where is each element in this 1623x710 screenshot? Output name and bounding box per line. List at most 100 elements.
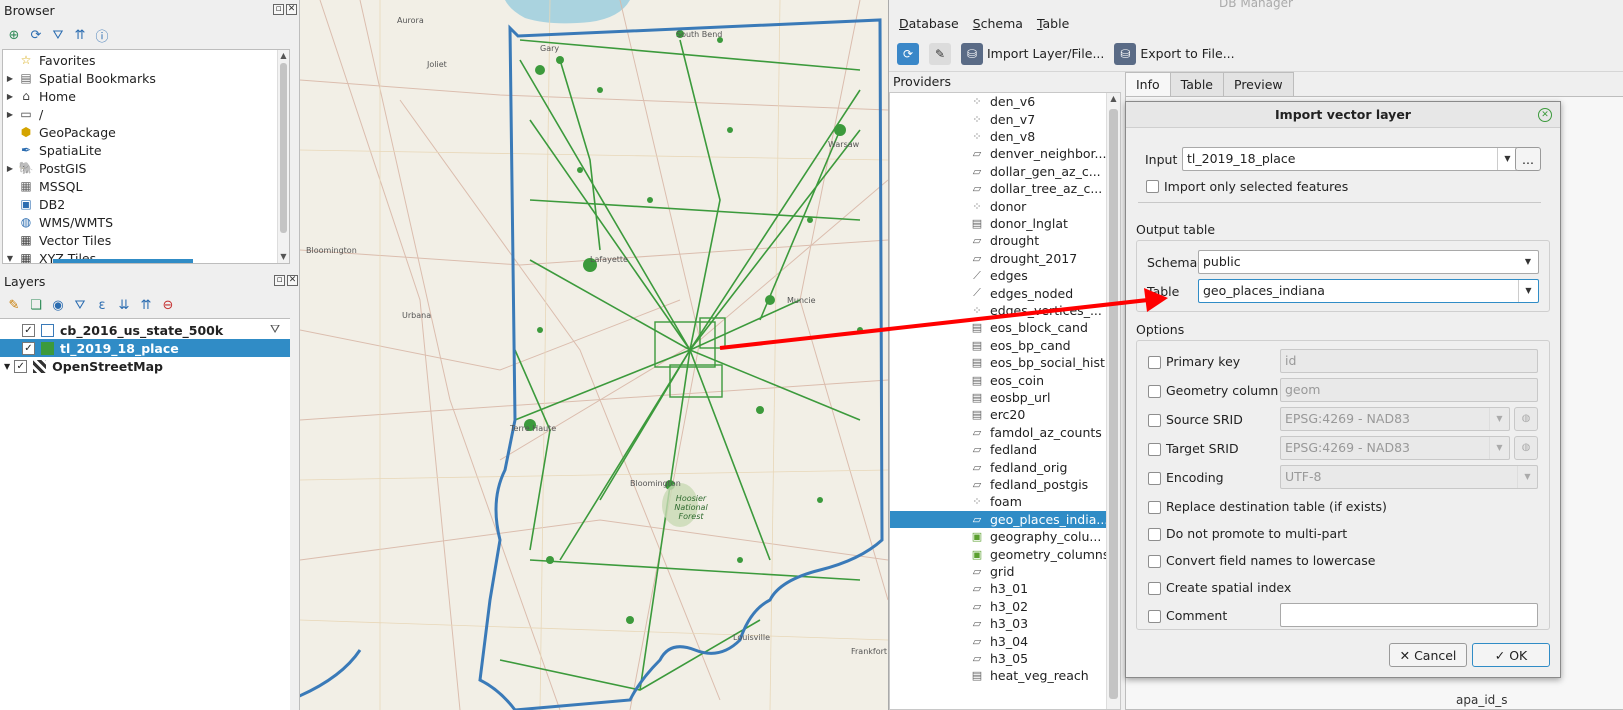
provider-table-item[interactable]: ▱ dollar_gen_az_c... (890, 163, 1106, 180)
map-canvas[interactable]: Aurora Joliet Gary South Bend Lafayette Urban… (300, 0, 888, 710)
option-checkbox[interactable] (1148, 528, 1161, 541)
provider-table-item[interactable]: ⁘ den_v6 (890, 93, 1106, 110)
provider-table-item[interactable]: ▱ fedland_orig (890, 458, 1106, 475)
refresh-icon[interactable]: ⟳ (28, 27, 44, 43)
provider-table-item[interactable]: ▱ h3_01 (890, 580, 1106, 597)
browser-item[interactable]: ▦ Vector Tiles (3, 231, 289, 249)
option-checkbox[interactable] (1148, 443, 1161, 456)
ok-button[interactable]: ✓ OK (1472, 643, 1550, 667)
provider-table-item[interactable]: ▱ drought (890, 232, 1106, 249)
filter-icon[interactable]: ⛛ (50, 27, 66, 43)
provider-table-item[interactable]: ⁘ den_v8 (890, 128, 1106, 145)
provider-table-item[interactable]: ⟋ edges (890, 267, 1106, 284)
provider-table-item[interactable]: ▱ fedland (890, 441, 1106, 458)
provider-table-item[interactable]: ▱ h3_05 (890, 650, 1106, 667)
sql-window-icon[interactable]: ✎ (929, 42, 951, 65)
browser-item[interactable]: ☆ Favorites (3, 51, 289, 69)
provider-table-item[interactable]: ▱ drought_2017 (890, 250, 1106, 267)
expand-arrow-icon[interactable]: ▶ (3, 110, 17, 119)
tab-table[interactable]: Table (1169, 72, 1224, 96)
provider-table-item[interactable]: ▣ geography_colu... (890, 528, 1106, 545)
menu-table[interactable]: Table (1037, 16, 1069, 31)
layer-item[interactable]: ▼ ✓ OpenStreetMap (0, 357, 290, 375)
provider-table-item[interactable]: ▱ denver_neighbor... (890, 145, 1106, 162)
menu-schema[interactable]: Schema (973, 16, 1023, 31)
filter-icon[interactable]: ⛛ (72, 297, 88, 313)
expression-icon[interactable]: ε (94, 297, 110, 313)
close-panel-icon[interactable]: ✕ (287, 275, 298, 286)
browser-item[interactable]: ▣ DB2 (3, 195, 289, 213)
provider-table-item[interactable]: ▤ eosbp_url (890, 389, 1106, 406)
provider-table-item[interactable]: ▱ h3_02 (890, 598, 1106, 615)
layer-item[interactable]: ✓ cb_2016_us_state_500k (0, 321, 290, 339)
crs-selector-icon[interactable]: ◍ (1514, 436, 1538, 460)
browser-item[interactable]: ▶ 🐘 PostGIS (3, 159, 289, 177)
browse-button[interactable]: ... (1515, 147, 1541, 171)
expand-arrow-icon[interactable]: ▶ (3, 164, 17, 173)
expand-all-icon[interactable]: ⇊ (116, 297, 132, 313)
provider-table-item[interactable]: ▤ eos_coin (890, 371, 1106, 388)
remove-layer-icon[interactable]: ⊖ (160, 297, 176, 313)
option-checkbox[interactable] (1148, 414, 1161, 427)
visibility-icon[interactable]: ◉ (50, 297, 66, 313)
layer-visibility-checkbox[interactable]: ✓ (22, 323, 35, 337)
float-panel-icon[interactable]: ▫ (273, 4, 284, 15)
schema-combo[interactable]: public ▼ (1198, 250, 1539, 274)
browser-tree[interactable]: ☆ Favorites ▶ ▤ Spatial Bookmarks ▶ ⌂ Home ▶ ▭ / ⬢ G… (2, 49, 290, 264)
browser-item[interactable]: ▶ ▤ Spatial Bookmarks (3, 69, 289, 87)
expand-arrow-icon[interactable]: ▼ (4, 362, 10, 371)
style-icon[interactable]: ✎ (6, 297, 22, 313)
browser-item[interactable]: ▶ ⌂ Home (3, 87, 289, 105)
browser-scrollbar[interactable]: ▲ ▼ (277, 50, 289, 263)
info-icon[interactable]: ⓘ (94, 27, 110, 45)
add-layer-icon[interactable]: ⊕ (6, 27, 22, 43)
providers-scrollbar[interactable]: ▲ (1106, 93, 1120, 709)
expand-arrow-icon[interactable]: ▶ (3, 74, 17, 83)
add-group-icon[interactable]: ❏ (28, 297, 44, 313)
comment-field[interactable] (1280, 603, 1538, 627)
layer-visibility-checkbox[interactable]: ✓ (14, 359, 28, 373)
option-field[interactable]: UTF-8 ▼ (1280, 465, 1538, 489)
layers-tree[interactable]: ✓ cb_2016_us_state_500k ✓ tl_2019_18_place ▼… (0, 318, 290, 710)
providers-tree[interactable]: ⁘ den_v6 ⁘ den_v7 ⁘ den_v8 ▱ denver_neighbor...… (889, 92, 1121, 710)
option-checkbox[interactable] (1148, 582, 1161, 595)
provider-table-item[interactable]: ▱ h3_04 (890, 632, 1106, 649)
tab-info[interactable]: Info (1125, 72, 1171, 96)
collapse-all-icon[interactable]: ⇈ (72, 27, 88, 43)
browser-item[interactable]: ⬢ GeoPackage (3, 123, 289, 141)
export-file-button[interactable]: ⛁ Export to File... (1114, 42, 1235, 65)
refresh-icon[interactable]: ⟳ (897, 42, 919, 65)
provider-table-item[interactable]: ⁘ edges_vertices_... (890, 302, 1106, 319)
browser-item[interactable]: ▦ MSSQL (3, 177, 289, 195)
option-field[interactable]: EPSG:4269 - NAD83 ▼ (1280, 436, 1510, 460)
crs-selector-icon[interactable]: ◍ (1514, 407, 1538, 431)
option-field[interactable]: id (1280, 349, 1538, 373)
expand-arrow-icon[interactable]: ▼ (3, 254, 17, 263)
table-combo[interactable]: geo_places_indiana ▼ (1198, 279, 1539, 303)
provider-table-item[interactable]: ▤ eos_bp_social_hist (890, 354, 1106, 371)
collapse-all-icon[interactable]: ⇈ (138, 297, 154, 313)
browser-item[interactable]: ✒ SpatiaLite (3, 141, 289, 159)
tab-preview[interactable]: Preview (1223, 72, 1294, 96)
option-checkbox[interactable] (1148, 472, 1161, 485)
comment-checkbox[interactable] (1148, 610, 1161, 623)
provider-table-item[interactable]: ▤ donor_lnglat (890, 215, 1106, 232)
cancel-button[interactable]: ✕ Cancel (1389, 643, 1467, 667)
provider-table-item[interactable]: ⁘ foam (890, 493, 1106, 510)
option-field[interactable]: geom (1280, 378, 1538, 402)
option-checkbox[interactable] (1148, 501, 1161, 514)
import-layer-button[interactable]: ⛁ Import Layer/File... (961, 42, 1104, 65)
input-combo[interactable]: tl_2019_18_place ▼ (1182, 147, 1518, 171)
browser-item[interactable]: ◍ WMS/WMTS (3, 213, 289, 231)
provider-table-item[interactable]: ⁘ donor (890, 197, 1106, 214)
provider-table-item[interactable]: ▤ heat_veg_reach (890, 667, 1106, 684)
option-checkbox[interactable] (1148, 385, 1161, 398)
provider-table-item[interactable]: ▱ dollar_tree_az_c... (890, 180, 1106, 197)
provider-table-item[interactable]: ▱ famdol_az_counts (890, 424, 1106, 441)
provider-table-item[interactable]: ▱ grid (890, 563, 1106, 580)
close-panel-icon[interactable]: ✕ (286, 4, 297, 15)
provider-table-item[interactable]: ▱ geo_places_india... (890, 510, 1106, 528)
provider-table-item[interactable]: ▱ fedland_postgis (890, 476, 1106, 493)
provider-table-item[interactable]: ▱ h3_03 (890, 615, 1106, 632)
float-panel-icon[interactable]: ▫ (274, 275, 285, 286)
